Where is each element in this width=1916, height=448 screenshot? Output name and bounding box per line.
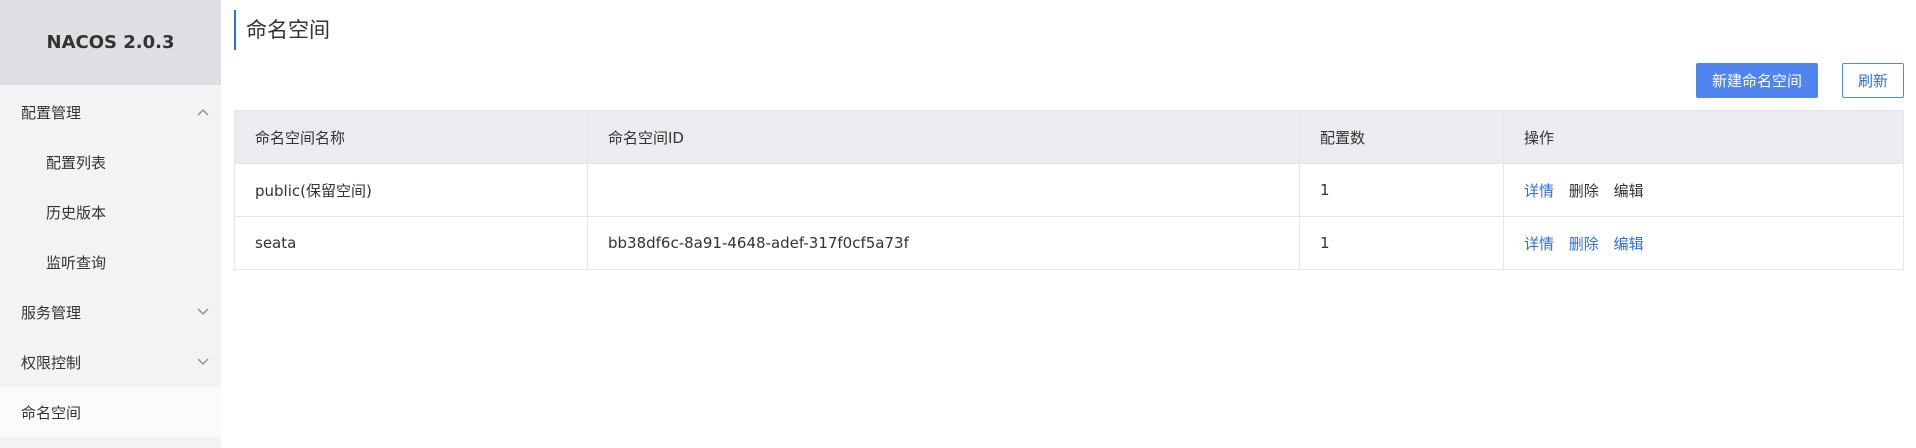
namespace-id-cell <box>587 163 1300 217</box>
sidebar-item-label: 命名空间 <box>21 403 82 422</box>
config-count-cell: 1 <box>1299 216 1504 270</box>
column-header-name: 命名空间名称 <box>234 110 588 164</box>
table-row: public(保留空间) 1 详情 删除 编辑 <box>234 163 1904 217</box>
details-link[interactable]: 详情 <box>1524 235 1554 253</box>
config-count-cell: 1 <box>1299 163 1504 217</box>
delete-link[interactable]: 删除 <box>1569 182 1599 200</box>
create-namespace-button[interactable]: 新建命名空间 <box>1696 63 1818 98</box>
sidebar-item-label: 配置列表 <box>46 153 107 172</box>
namespace-id-cell: bb38df6c-8a91-4648-adef-317f0cf5a73f <box>587 216 1300 270</box>
sidebar-item-label: 历史版本 <box>46 203 107 222</box>
edit-link[interactable]: 编辑 <box>1614 182 1644 200</box>
sidebar: NACOS 2.0.3 配置管理 配置列表 历史版本 监听查询 服务管理 权限控… <box>0 0 221 448</box>
sidebar-item-access-control[interactable]: 权限控制 <box>0 337 221 387</box>
chevron-up-icon <box>197 109 209 116</box>
sidebar-item-service-management[interactable]: 服务管理 <box>0 287 221 337</box>
page-title: 命名空间 <box>234 10 330 50</box>
namespace-name-cell: public(保留空间) <box>234 163 588 217</box>
details-link[interactable]: 详情 <box>1524 182 1554 200</box>
sidebar-item-label: 服务管理 <box>21 303 82 322</box>
chevron-down-icon <box>197 308 209 315</box>
sidebar-item-history[interactable]: 历史版本 <box>0 187 221 237</box>
sidebar-item-config-list[interactable]: 配置列表 <box>0 137 221 187</box>
namespace-name-cell: seata <box>234 216 588 270</box>
delete-link[interactable]: 删除 <box>1569 235 1599 253</box>
brand-logo[interactable]: NACOS 2.0.3 <box>0 0 221 85</box>
actions-cell: 详情 删除 编辑 <box>1503 163 1904 217</box>
table-row: seata bb38df6c-8a91-4648-adef-317f0cf5a7… <box>234 216 1904 270</box>
table-header-row: 命名空间名称 命名空间ID 配置数 操作 <box>234 110 1904 164</box>
sidebar-item-config-management[interactable]: 配置管理 <box>0 87 221 137</box>
actions-cell: 详情 删除 编辑 <box>1503 216 1904 270</box>
sidebar-item-label: 权限控制 <box>21 353 82 372</box>
sidebar-item-label: 配置管理 <box>21 103 82 122</box>
column-header-actions: 操作 <box>1503 110 1904 164</box>
sidebar-item-listener-query[interactable]: 监听查询 <box>0 237 221 287</box>
chevron-down-icon <box>197 358 209 365</box>
edit-link[interactable]: 编辑 <box>1614 235 1644 253</box>
sidebar-item-namespace[interactable]: 命名空间 <box>0 387 221 437</box>
namespace-table: 命名空间名称 命名空间ID 配置数 操作 public(保留空间) 1 详情 删… <box>234 110 1904 270</box>
refresh-button[interactable]: 刷新 <box>1842 63 1904 98</box>
column-header-id: 命名空间ID <box>587 110 1300 164</box>
column-header-count: 配置数 <box>1299 110 1504 164</box>
sidebar-item-label: 监听查询 <box>46 253 107 272</box>
